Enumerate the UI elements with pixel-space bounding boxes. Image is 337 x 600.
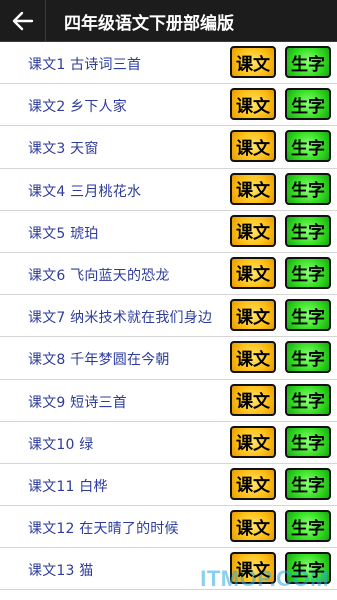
- new-characters-button-label: 生字: [291, 265, 325, 286]
- lesson-text-button-label: 课文: [236, 223, 270, 244]
- back-arrow-icon: [12, 11, 34, 31]
- new-characters-button-label: 生字: [291, 181, 325, 202]
- lesson-list: 课文1 古诗词三首 课文 生字 课文2 乡下人家 课文 生字 课文3 天窗 课文 生字 课文4 三…: [0, 42, 337, 600]
- app-screen: 四年级语文下册部编版 课文1 古诗词三首 课文 生字 课文2 乡下人家 课文 生字 课文3 …: [0, 0, 337, 600]
- lesson-row: 课文7 纳米技术就在我们身边 课文 生字: [0, 295, 337, 338]
- new-characters-button[interactable]: 生字: [285, 46, 331, 78]
- new-characters-button[interactable]: 生字: [285, 172, 331, 205]
- lesson-text-button[interactable]: 课文: [230, 510, 276, 543]
- new-characters-button[interactable]: 生字: [285, 299, 331, 332]
- lesson-row: 课文1 古诗词三首 课文 生字: [0, 42, 337, 85]
- lesson-text-button[interactable]: 课文: [230, 425, 276, 458]
- lesson-text-button-label: 课文: [236, 560, 270, 581]
- new-characters-button[interactable]: 生字: [285, 256, 331, 289]
- lesson-title[interactable]: 课文12 在天晴了的时候: [28, 518, 179, 538]
- new-characters-button[interactable]: 生字: [285, 467, 331, 500]
- lesson-text-button-label: 课文: [236, 307, 270, 328]
- new-characters-button[interactable]: 生字: [285, 383, 331, 416]
- lesson-row: 课文10 绿 课文 生字: [0, 422, 337, 464]
- lesson-row: 课文11 白桦 课文 生字: [0, 464, 337, 507]
- lesson-text-button-label: 课文: [236, 54, 270, 75]
- lesson-row: 课文12 在天晴了的时候 课文 生字: [0, 506, 337, 549]
- new-characters-button[interactable]: 生字: [285, 214, 331, 247]
- new-characters-button-label: 生字: [291, 54, 325, 75]
- lesson-text-button-label: 课文: [236, 349, 270, 370]
- lesson-row: 课文5 琥珀 课文 生字: [0, 211, 337, 253]
- lesson-title[interactable]: 课文3 天窗: [28, 138, 99, 158]
- lesson-text-button-label: 课文: [236, 181, 270, 202]
- lesson-text-button[interactable]: 课文: [230, 214, 276, 247]
- lesson-text-button-label: 课文: [236, 518, 270, 539]
- lesson-title[interactable]: 课文13 猫: [28, 560, 93, 580]
- new-characters-button[interactable]: 生字: [285, 341, 331, 374]
- lesson-text-button[interactable]: 课文: [230, 256, 276, 289]
- lesson-text-button-label: 课文: [236, 96, 270, 117]
- new-characters-button-label: 生字: [291, 434, 325, 455]
- lesson-text-button[interactable]: 课文: [230, 88, 276, 121]
- lesson-row: 课文9 短诗三首 课文 生字: [0, 380, 337, 422]
- lesson-row: 课文8 千年梦圆在今朝 课文 生字: [0, 337, 337, 380]
- lesson-title[interactable]: 课文2 乡下人家: [28, 96, 127, 116]
- new-characters-button[interactable]: 生字: [285, 88, 331, 121]
- lesson-text-button-label: 课文: [236, 138, 270, 159]
- lesson-title[interactable]: 课文6 飞向蓝天的恐龙: [28, 265, 170, 285]
- new-characters-button-label: 生字: [291, 96, 325, 117]
- new-characters-button[interactable]: 生字: [285, 552, 331, 585]
- new-characters-button-label: 生字: [291, 476, 325, 497]
- lesson-text-button-label: 课文: [236, 476, 270, 497]
- lesson-text-button[interactable]: 课文: [230, 467, 276, 500]
- page-title: 四年级语文下册部编版: [64, 14, 234, 34]
- lesson-text-button-label: 课文: [236, 434, 270, 455]
- lesson-text-button[interactable]: 课文: [230, 130, 276, 163]
- new-characters-button-label: 生字: [291, 349, 325, 370]
- lesson-title[interactable]: 课文5 琥珀: [28, 223, 99, 243]
- new-characters-button[interactable]: 生字: [285, 425, 331, 458]
- lesson-row: 课文6 飞向蓝天的恐龙 课文 生字: [0, 253, 337, 296]
- lesson-text-button[interactable]: 课文: [230, 552, 276, 585]
- lesson-row: 课文3 天窗 课文 生字: [0, 126, 337, 169]
- lesson-text-button-label: 课文: [236, 392, 270, 412]
- lesson-text-button[interactable]: 课文: [230, 46, 276, 78]
- lesson-text-button[interactable]: 课文: [230, 341, 276, 374]
- new-characters-button-label: 生字: [291, 307, 325, 328]
- lesson-title[interactable]: 课文10 绿: [28, 434, 93, 454]
- lesson-title[interactable]: 课文8 千年梦圆在今朝: [28, 349, 170, 369]
- new-characters-button[interactable]: 生字: [285, 510, 331, 543]
- back-button[interactable]: [0, 0, 46, 42]
- new-characters-button[interactable]: 生字: [285, 130, 331, 163]
- lesson-text-button[interactable]: 课文: [230, 299, 276, 332]
- lesson-title[interactable]: 课文1 古诗词三首: [28, 54, 141, 74]
- lesson-title[interactable]: 课文9 短诗三首: [28, 392, 127, 412]
- new-characters-button-label: 生字: [291, 223, 325, 244]
- lesson-row: 课文4 三月桃花水 课文 生字: [0, 169, 337, 211]
- lesson-row: 课文2 乡下人家 课文 生字: [0, 84, 337, 127]
- lesson-title[interactable]: 课文7 纳米技术就在我们身边: [28, 307, 212, 327]
- new-characters-button-label: 生字: [291, 560, 325, 581]
- title-bar: 四年级语文下册部编版: [0, 0, 337, 42]
- lesson-text-button-label: 课文: [236, 265, 270, 286]
- lesson-text-button[interactable]: 课文: [230, 383, 276, 416]
- lesson-title[interactable]: 课文11 白桦: [28, 476, 108, 496]
- lesson-title[interactable]: 课文4 三月桃花水: [28, 181, 141, 201]
- new-characters-button-label: 生字: [291, 138, 325, 159]
- lesson-text-button[interactable]: 课文: [230, 172, 276, 205]
- new-characters-button-label: 生字: [291, 392, 325, 412]
- new-characters-button-label: 生字: [291, 518, 325, 539]
